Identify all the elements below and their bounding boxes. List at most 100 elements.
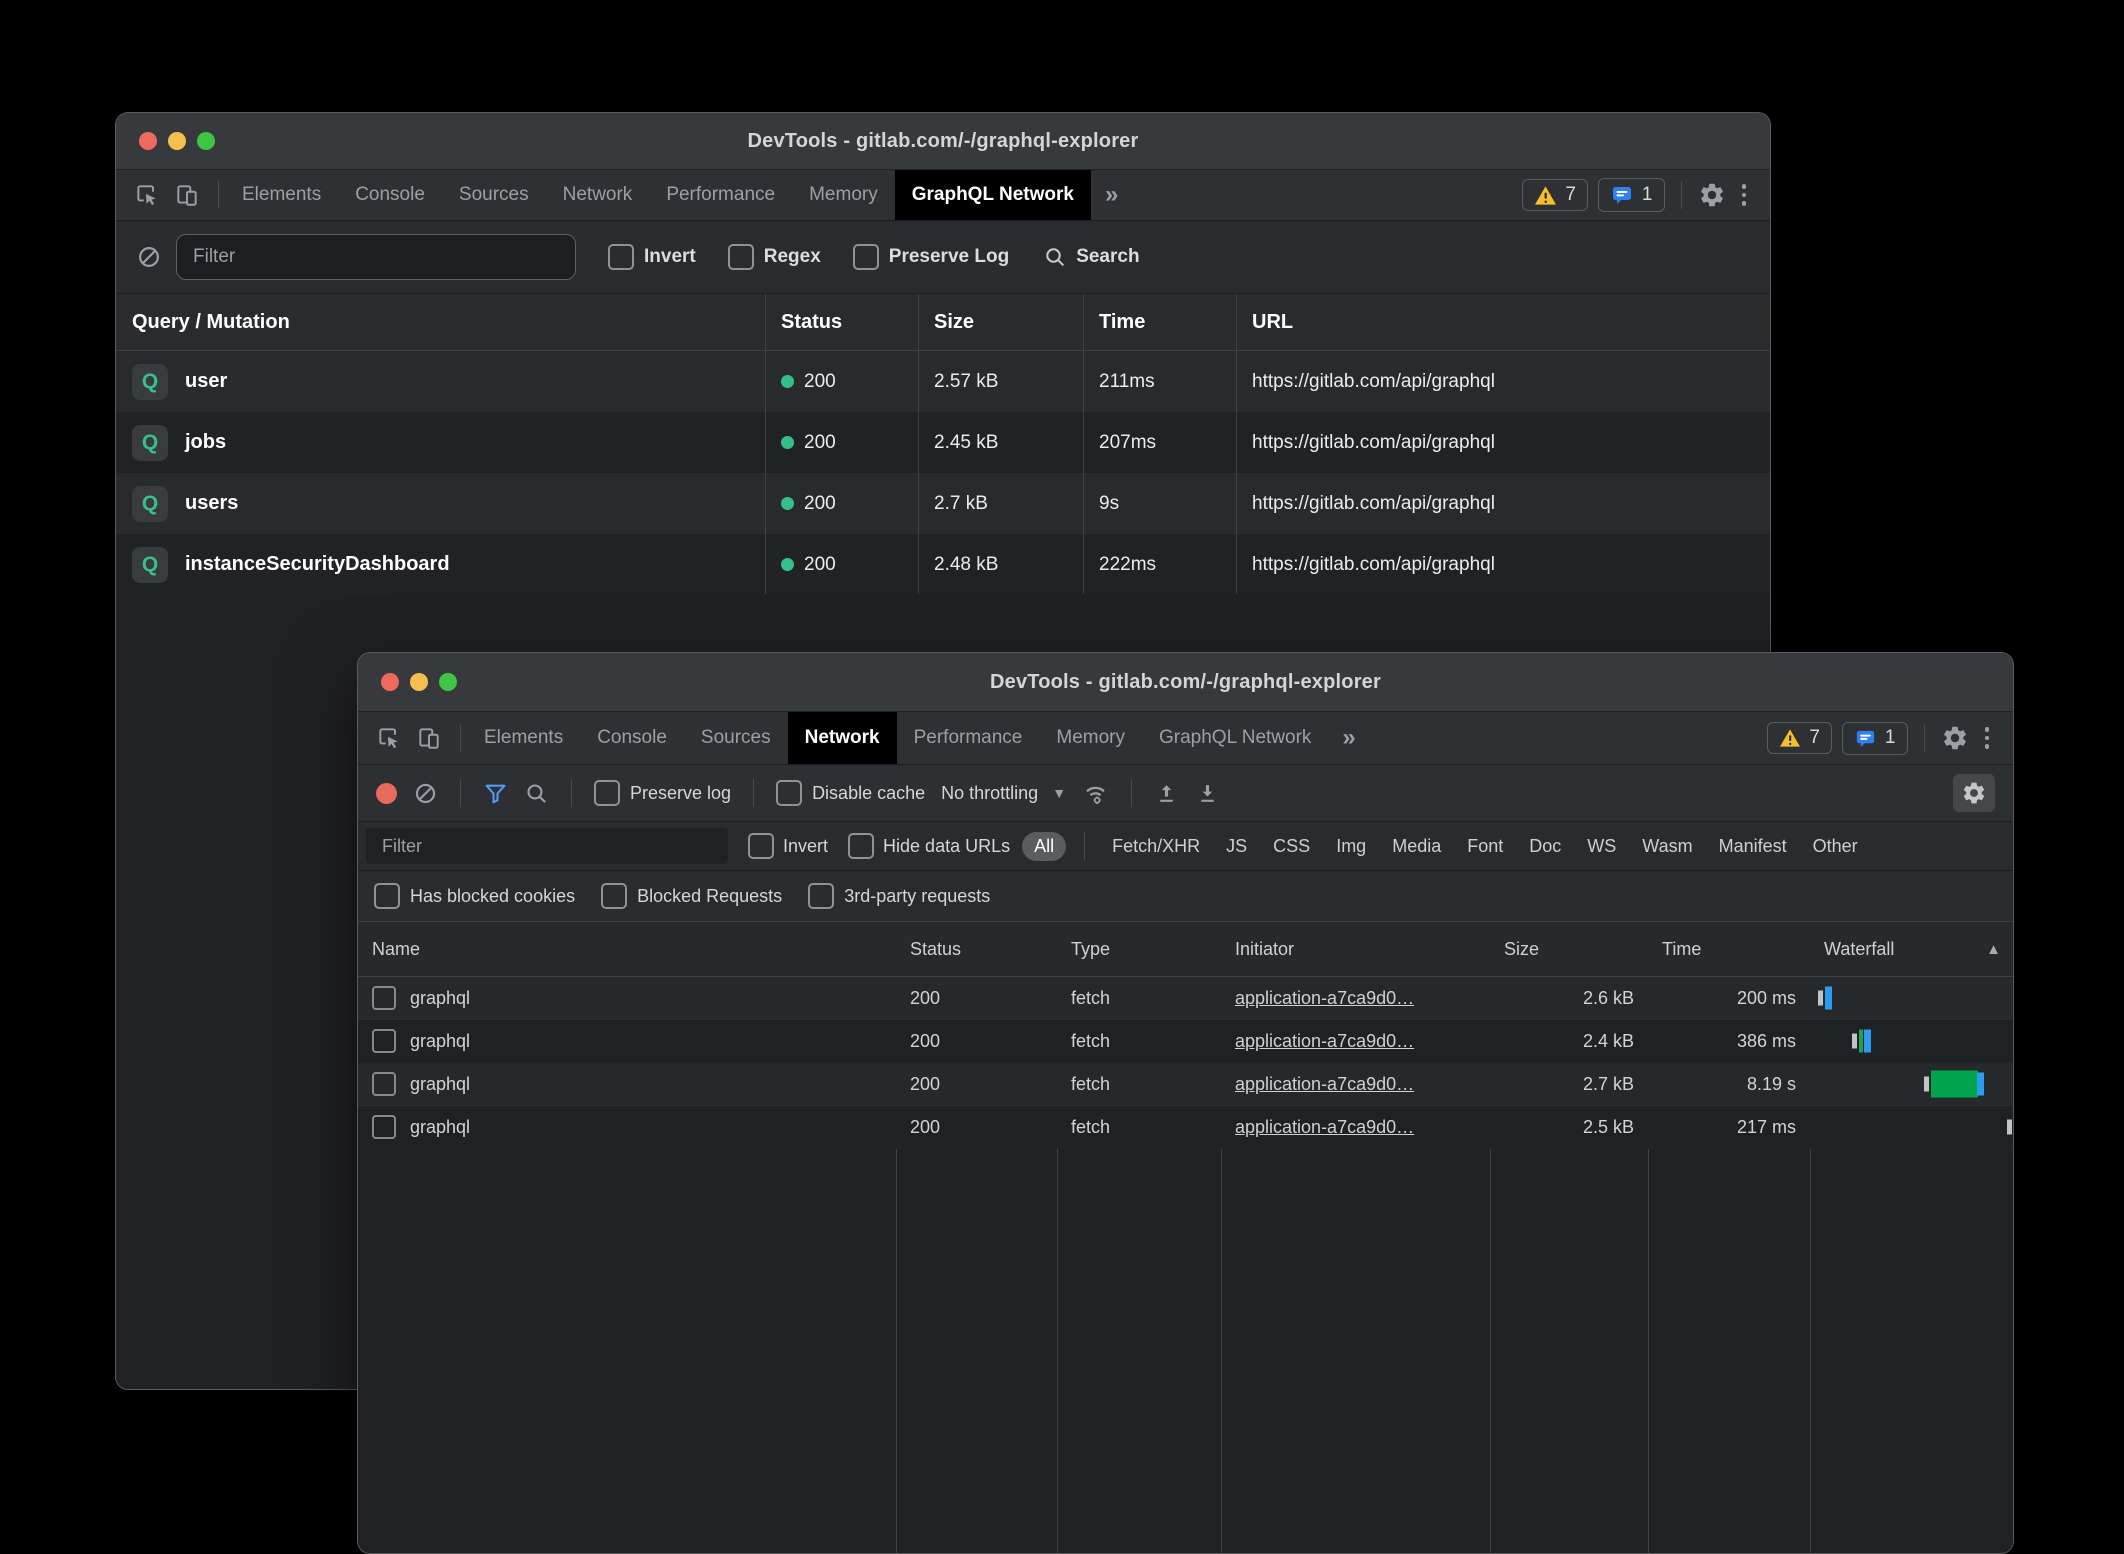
more-tabs-chevron[interactable]: » xyxy=(1091,170,1132,220)
request-type: fetch xyxy=(1071,988,1110,1009)
network-settings-button[interactable] xyxy=(1953,774,1995,812)
filter-type-doc[interactable]: Doc xyxy=(1526,836,1564,857)
col-size[interactable]: Size xyxy=(918,294,1083,350)
tab-sources[interactable]: Sources xyxy=(442,170,546,220)
inspect-icon[interactable] xyxy=(376,725,402,751)
tab-console[interactable]: Console xyxy=(580,712,684,764)
disable-cache-checkbox[interactable] xyxy=(776,780,802,806)
filter-type-all[interactable]: All xyxy=(1022,832,1066,861)
third-party-requests-checkbox[interactable] xyxy=(808,883,834,909)
regex-checkbox[interactable] xyxy=(728,244,754,270)
filter-input[interactable] xyxy=(366,828,728,864)
row-checkbox[interactable] xyxy=(372,1072,396,1096)
tab-performance[interactable]: Performance xyxy=(649,170,792,220)
tab-elements[interactable]: Elements xyxy=(225,170,338,220)
filter-type-font[interactable]: Font xyxy=(1464,836,1506,857)
table-row[interactable]: QinstanceSecurityDashboard 200 2.48 kB 2… xyxy=(116,534,1770,595)
tab-console[interactable]: Console xyxy=(338,170,442,220)
col-query-mutation[interactable]: Query / Mutation xyxy=(116,294,765,350)
import-har-icon[interactable] xyxy=(1154,781,1179,806)
filter-funnel-icon[interactable] xyxy=(483,781,508,806)
blocked-requests-checkbox[interactable] xyxy=(601,883,627,909)
title-bar[interactable]: DevTools - gitlab.com/-/graphql-explorer xyxy=(358,653,2013,712)
row-checkbox[interactable] xyxy=(372,1029,396,1053)
tab-network[interactable]: Network xyxy=(788,712,897,764)
tab-sources[interactable]: Sources xyxy=(684,712,788,764)
filter-input[interactable] xyxy=(176,234,576,280)
inspect-icon[interactable] xyxy=(134,182,160,208)
filter-type-media[interactable]: Media xyxy=(1389,836,1444,857)
filter-type-js[interactable]: JS xyxy=(1223,836,1250,857)
disable-cache-label: Disable cache xyxy=(812,783,925,804)
invert-checkbox[interactable] xyxy=(748,833,774,859)
initiator-link[interactable]: application-a7ca9d0… xyxy=(1235,988,1414,1009)
messages-badge[interactable]: 1 xyxy=(1598,178,1665,212)
col-initiator[interactable]: Initiator xyxy=(1221,922,1490,976)
throttling-select[interactable]: No throttling ▼ xyxy=(941,783,1066,804)
col-size[interactable]: Size xyxy=(1490,922,1648,976)
device-toolbar-icon[interactable] xyxy=(416,725,442,751)
col-url[interactable]: URL xyxy=(1236,294,1770,350)
messages-badge[interactable]: 1 xyxy=(1842,722,1908,755)
warnings-badge[interactable]: 7 xyxy=(1522,179,1588,211)
col-name[interactable]: Name xyxy=(358,922,896,976)
clear-icon[interactable] xyxy=(413,781,438,806)
preserve-log-checkbox[interactable] xyxy=(853,244,879,270)
filter-type-other[interactable]: Other xyxy=(1810,836,1861,857)
col-status[interactable]: Status xyxy=(896,922,1057,976)
table-row[interactable]: Quser 200 2.57 kB 211ms https://gitlab.c… xyxy=(116,351,1770,412)
filter-type-img[interactable]: Img xyxy=(1333,836,1369,857)
search-control[interactable]: Search xyxy=(1043,245,1139,269)
preserve-log-checkbox[interactable] xyxy=(594,780,620,806)
search-icon[interactable] xyxy=(524,781,549,806)
col-waterfall[interactable]: Waterfall ▲ xyxy=(1810,922,2013,976)
tab-elements[interactable]: Elements xyxy=(467,712,580,764)
block-icon[interactable] xyxy=(136,244,162,270)
hide-data-urls-checkbox[interactable] xyxy=(848,833,874,859)
has-blocked-cookies-checkbox[interactable] xyxy=(374,883,400,909)
tab-performance[interactable]: Performance xyxy=(897,712,1040,764)
title-bar[interactable]: DevTools - gitlab.com/-/graphql-explorer xyxy=(116,113,1770,170)
col-type[interactable]: Type xyxy=(1057,922,1221,976)
initiator-link[interactable]: application-a7ca9d0… xyxy=(1235,1074,1414,1095)
col-status[interactable]: Status xyxy=(765,294,918,350)
more-tabs-chevron[interactable]: » xyxy=(1328,712,1369,764)
col-time[interactable]: Time xyxy=(1648,922,1810,976)
tab-memory[interactable]: Memory xyxy=(792,170,895,220)
warnings-badge[interactable]: 7 xyxy=(1767,722,1832,754)
col-time[interactable]: Time xyxy=(1083,294,1236,350)
network-conditions-icon[interactable] xyxy=(1082,780,1109,807)
tab-memory[interactable]: Memory xyxy=(1039,712,1142,764)
waterfall-download-bar xyxy=(1864,1030,1871,1053)
gear-icon[interactable] xyxy=(1698,181,1726,209)
url-value: https://gitlab.com/api/graphql xyxy=(1252,554,1495,576)
record-button[interactable] xyxy=(376,783,397,804)
tab-network[interactable]: Network xyxy=(546,170,650,220)
query-name: user xyxy=(185,370,227,393)
network-row[interactable]: graphql 200 fetch application-a7ca9d0… 2… xyxy=(358,1063,2013,1106)
gear-icon[interactable] xyxy=(1941,724,1969,752)
network-row[interactable]: graphql 200 fetch application-a7ca9d0… 2… xyxy=(358,1106,2013,1149)
filter-type-wasm[interactable]: Wasm xyxy=(1639,836,1695,857)
tab-graphql-network[interactable]: GraphQL Network xyxy=(895,170,1091,220)
invert-checkbox[interactable] xyxy=(608,244,634,270)
row-checkbox[interactable] xyxy=(372,1115,396,1139)
initiator-link[interactable]: application-a7ca9d0… xyxy=(1235,1031,1414,1052)
filter-type-css[interactable]: CSS xyxy=(1270,836,1313,857)
throttling-value: No throttling xyxy=(941,783,1038,804)
tab-graphql-network[interactable]: GraphQL Network xyxy=(1142,712,1328,764)
network-row[interactable]: graphql 200 fetch application-a7ca9d0… 2… xyxy=(358,977,2013,1020)
initiator-link[interactable]: application-a7ca9d0… xyxy=(1235,1117,1414,1138)
kebab-menu-icon[interactable] xyxy=(1979,727,1996,749)
filter-type-manifest[interactable]: Manifest xyxy=(1716,836,1790,857)
filter-type-ws[interactable]: WS xyxy=(1584,836,1619,857)
table-row[interactable]: Qjobs 200 2.45 kB 207ms https://gitlab.c… xyxy=(116,412,1770,473)
filter-type-fetch-xhr[interactable]: Fetch/XHR xyxy=(1109,836,1203,857)
export-har-icon[interactable] xyxy=(1195,781,1220,806)
row-checkbox[interactable] xyxy=(372,986,396,1010)
network-row[interactable]: graphql 200 fetch application-a7ca9d0… 2… xyxy=(358,1020,2013,1063)
kebab-menu-icon[interactable] xyxy=(1736,184,1753,206)
device-toolbar-icon[interactable] xyxy=(174,182,200,208)
message-count: 1 xyxy=(1885,727,1896,749)
table-row[interactable]: Qusers 200 2.7 kB 9s https://gitlab.com/… xyxy=(116,473,1770,534)
